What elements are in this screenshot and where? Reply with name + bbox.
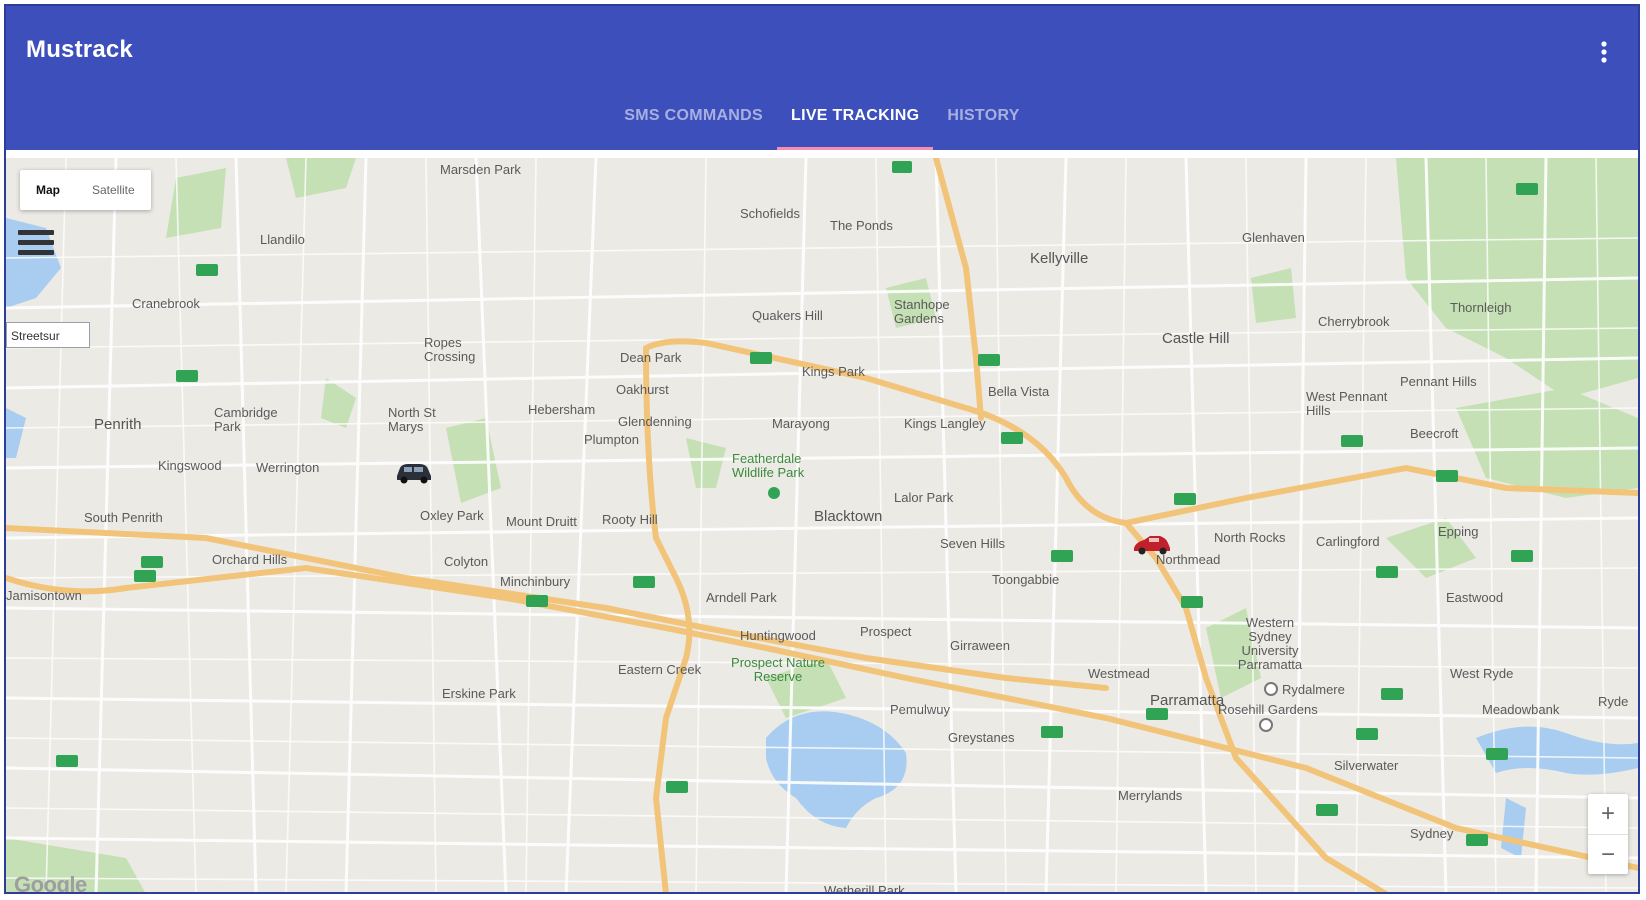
- place-eastern-creek: Eastern Creek: [618, 662, 702, 677]
- tab-bar: SMS COMMANDS LIVE TRACKING HISTORY: [6, 102, 1638, 150]
- place-kingswood: Kingswood: [158, 458, 222, 473]
- place-oxley-park: Oxley Park: [420, 508, 484, 523]
- place-orchard-hills: Orchard Hills: [212, 552, 288, 567]
- place-jamisontown: Jamisontown: [6, 588, 82, 603]
- place-beecroft: Beecroft: [1410, 426, 1459, 441]
- place-pennant-hills: Pennant Hills: [1400, 374, 1477, 389]
- place-llandilo: Llandilo: [260, 232, 305, 247]
- map-type-satellite-button[interactable]: Satellite: [76, 170, 151, 210]
- map-view[interactable]: Marsden Park Schofields The Ponds Glenha…: [6, 158, 1638, 894]
- place-girraween: Girraween: [950, 638, 1010, 653]
- vehicle-black-car[interactable]: [394, 462, 434, 484]
- place-seven-hills: Seven Hills: [940, 536, 1006, 551]
- place-huntingwood: Huntingwood: [740, 628, 816, 643]
- place-kings-langley: Kings Langley: [904, 416, 986, 431]
- tab-sms-commands[interactable]: SMS COMMANDS: [610, 102, 777, 150]
- place-westmead: Westmead: [1088, 666, 1150, 681]
- app-window: Mustrack SMS COMMANDS LIVE TRACKING HIST…: [4, 4, 1640, 894]
- place-cherrybrook: Cherrybrook: [1318, 314, 1390, 329]
- place-ropes-crossing: Ropes Crossing: [424, 335, 476, 364]
- place-cambridge-park: Cambridge Park: [214, 405, 278, 434]
- place-hebersham: Hebersham: [528, 402, 596, 417]
- place-kings-park: Kings Park: [802, 364, 865, 379]
- place-west-ryde: West Ryde: [1450, 666, 1514, 681]
- place-sydney: Sydney: [1410, 826, 1454, 841]
- map-base-layer: [6, 158, 1638, 892]
- place-rosehill-gardens: Rosehill Gardens: [1218, 702, 1318, 717]
- place-prospect-reserve: Prospect Nature Reserve: [731, 655, 825, 684]
- place-thornleigh: Thornleigh: [1450, 300, 1512, 315]
- place-parramatta: Parramatta: [1150, 692, 1225, 709]
- place-carlingford: Carlingford: [1316, 534, 1380, 549]
- place-north-st-marys: North St Marys: [388, 405, 436, 434]
- place-north-rocks: North Rocks: [1214, 530, 1286, 545]
- place-greystanes: Greystanes: [948, 730, 1015, 745]
- place-meadowbank: Meadowbank: [1482, 702, 1560, 717]
- place-blacktown: Blacktown: [814, 508, 883, 525]
- place-mount-druitt: Mount Druitt: [506, 514, 577, 529]
- place-minchinbury: Minchinbury: [500, 574, 571, 589]
- zoom-in-button[interactable]: +: [1588, 794, 1628, 835]
- place-arndell-park: Arndell Park: [706, 590, 777, 605]
- place-pemulwuy: Pemulwuy: [890, 702, 950, 717]
- place-glendenning: Glendenning: [618, 414, 692, 429]
- place-kellyville: Kellyville: [1030, 250, 1089, 267]
- place-schofields: Schofields: [740, 206, 800, 221]
- place-prospect: Prospect: [860, 624, 912, 639]
- location-search-box[interactable]: Streetsur: [6, 322, 90, 348]
- place-stanhope-gardens: Stanhope Gardens: [894, 297, 950, 326]
- google-logo: Google: [14, 872, 87, 894]
- place-castle-hill: Castle Hill: [1162, 330, 1230, 347]
- place-featherdale: Featherdale Wildlife Park: [732, 451, 805, 480]
- place-ryde: Ryde: [1598, 694, 1629, 709]
- place-quakers-hill: Quakers Hill: [752, 308, 823, 323]
- place-colyton: Colyton: [444, 554, 489, 569]
- place-west-pennant-hills: West Pennant Hills: [1306, 389, 1388, 418]
- place-toongabbie: Toongabbie: [992, 572, 1060, 587]
- zoom-control: + −: [1588, 794, 1628, 874]
- app-bar: Mustrack SMS COMMANDS LIVE TRACKING HIST…: [6, 6, 1638, 150]
- place-oakhurst: Oakhurst: [616, 382, 669, 397]
- place-the-ponds: The Ponds: [830, 218, 893, 233]
- tab-live-tracking[interactable]: LIVE TRACKING: [777, 102, 934, 150]
- place-wetherill-park: Wetherill Park: [824, 883, 905, 894]
- place-lalor-park: Lalor Park: [894, 490, 954, 505]
- place-cranebrook: Cranebrook: [132, 296, 200, 311]
- place-merrylands: Merrylands: [1118, 788, 1183, 803]
- app-title: Mustrack: [26, 36, 133, 63]
- place-marayong: Marayong: [772, 416, 830, 431]
- more-vert-icon[interactable]: [1592, 36, 1616, 68]
- place-western-sydney-uni: Western Sydney University Parramatta: [1237, 615, 1303, 672]
- place-werrington: Werrington: [256, 460, 320, 475]
- place-penrith: Penrith: [94, 416, 142, 433]
- place-epping: Epping: [1438, 524, 1479, 539]
- place-dean-park: Dean Park: [620, 350, 682, 365]
- place-eastwood: Eastwood: [1446, 590, 1504, 605]
- place-erskine-park: Erskine Park: [442, 686, 516, 701]
- menu-hamburger-icon[interactable]: [18, 230, 54, 264]
- place-bella-vista: Bella Vista: [988, 384, 1050, 399]
- place-rooty-hill: Rooty Hill: [602, 512, 658, 527]
- place-south-penrith: South Penrith: [84, 510, 163, 525]
- tab-history[interactable]: HISTORY: [933, 102, 1033, 150]
- zoom-out-button[interactable]: −: [1588, 835, 1628, 875]
- place-rydalmere: Rydalmere: [1282, 682, 1345, 697]
- vehicle-red-car[interactable]: [1132, 534, 1172, 556]
- map-type-map-button[interactable]: Map: [20, 170, 76, 210]
- map-type-control: Map Satellite: [20, 170, 151, 210]
- place-marsden-park: Marsden Park: [440, 162, 521, 177]
- place-silverwater: Silverwater: [1334, 758, 1399, 773]
- place-plumpton: Plumpton: [584, 432, 639, 447]
- place-glenhaven: Glenhaven: [1242, 230, 1305, 245]
